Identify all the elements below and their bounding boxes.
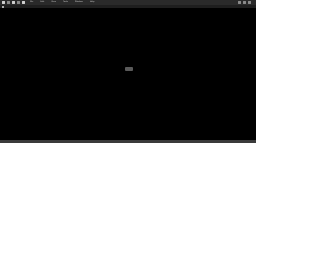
grid-icon[interactable] [17,1,20,4]
menu-window[interactable]: Window [75,1,83,4]
menu-help[interactable]: Help [90,1,95,4]
menu-bar-left: File Edit View Tools Window Help [2,1,238,4]
app2-icon[interactable] [22,1,25,4]
menu-view[interactable]: View [51,1,56,4]
center-placeholder [125,67,133,71]
app-icon[interactable] [7,1,10,4]
menu-edit[interactable]: Edit [40,1,44,4]
apple-icon[interactable] [2,1,5,4]
search-icon[interactable] [238,1,241,4]
menu-bar-right [238,1,254,4]
screen: File Edit View Tools Window Help [0,0,256,256]
main-content-area[interactable] [0,8,256,140]
bolt-icon[interactable] [12,1,15,4]
battery-icon[interactable] [248,1,251,4]
menu-file[interactable]: File [30,1,33,4]
wifi-icon[interactable] [243,1,246,4]
menu-tools[interactable]: Tools [63,1,68,4]
blank-area [0,143,256,256]
